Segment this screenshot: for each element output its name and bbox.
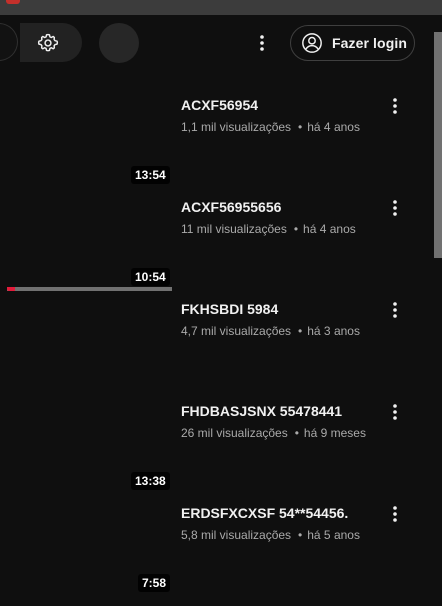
video-duration: 13:54 xyxy=(131,166,170,184)
meta-separator: • xyxy=(298,120,303,134)
video-meta: 4,7 mil visualizações • há 3 anos xyxy=(181,324,360,338)
video-title[interactable]: ERDSFXCXSF 54**54456. xyxy=(181,505,371,521)
gear-icon xyxy=(37,33,59,51)
more-vert-icon xyxy=(393,200,397,216)
meta-separator: • xyxy=(294,426,299,440)
scrollbar-thumb[interactable] xyxy=(434,32,442,258)
video-age: há 5 anos xyxy=(307,528,360,542)
settings-button[interactable] xyxy=(20,23,82,62)
video-views: 5,8 mil visualizações xyxy=(181,528,292,542)
video-duration: 7:58 xyxy=(138,574,171,592)
masthead: Fazer login xyxy=(0,15,442,70)
video-menu-button[interactable] xyxy=(385,197,405,219)
video-item[interactable]: ERDSFXCXSF 54**54456. 5,8 mil visualizaç… xyxy=(0,504,432,606)
video-title[interactable]: FKHSBDI 5984 xyxy=(181,301,371,317)
video-menu-button[interactable] xyxy=(385,299,405,321)
video-meta: 5,8 mil visualizações • há 5 anos xyxy=(181,528,360,542)
video-age: há 9 meses xyxy=(303,426,366,440)
more-vert-icon xyxy=(260,35,264,51)
video-views: 1,1 mil visualizações xyxy=(181,120,292,134)
meta-separator: • xyxy=(298,528,303,542)
video-item[interactable]: FHDBASJSNX 55478441 26 mil visualizações… xyxy=(0,402,432,504)
video-menu-button[interactable] xyxy=(385,503,405,525)
more-vert-icon xyxy=(393,404,397,420)
sign-in-label: Fazer login xyxy=(332,35,407,51)
video-meta: 11 mil visualizações • há 4 anos xyxy=(181,222,356,236)
video-views: 11 mil visualizações xyxy=(181,222,287,236)
video-title[interactable]: FHDBASJSNX 55478441 xyxy=(181,403,371,419)
video-item[interactable]: ACXF56954 1,1 mil visualizações • há 4 ano… xyxy=(0,96,432,198)
video-duration: 10:54 xyxy=(131,268,170,286)
scrollbar[interactable] xyxy=(432,32,442,597)
voice-search-button[interactable] xyxy=(99,23,139,63)
sign-in-button[interactable]: Fazer login xyxy=(290,25,415,61)
video-views: 4,7 mil visualizações xyxy=(181,324,292,338)
video-title[interactable]: ACXF56954 xyxy=(181,97,371,113)
video-item[interactable]: ACXF56955656 11 mil visualizações • há 4 a… xyxy=(0,198,432,300)
video-age: há 4 anos xyxy=(303,222,356,236)
video-duration: 13:38 xyxy=(131,472,170,490)
video-age: há 3 anos xyxy=(307,324,360,338)
settings-menu-button[interactable] xyxy=(250,32,274,54)
video-title[interactable]: ACXF56955656 xyxy=(181,199,371,215)
video-meta: 26 mil visualizações • há 9 meses xyxy=(181,426,366,440)
account-icon xyxy=(302,33,322,53)
more-vert-icon xyxy=(393,302,397,318)
more-vert-icon xyxy=(393,98,397,114)
watch-progress-fill xyxy=(7,287,16,291)
video-views: 26 mil visualizações xyxy=(181,426,288,440)
video-feed: ACXF56954 1,1 mil visualizações • há 4 ano… xyxy=(0,0,432,597)
video-age: há 4 anos xyxy=(307,120,360,134)
meta-separator: • xyxy=(293,222,299,236)
watch-progress-bar xyxy=(7,287,172,291)
more-vert-icon xyxy=(393,506,397,522)
search-input-edge[interactable] xyxy=(0,23,18,61)
meta-separator: • xyxy=(298,324,303,338)
video-item[interactable]: FKHSBDI 5984 4,7 mil visualizações • há 3 … xyxy=(0,300,432,402)
video-menu-button[interactable] xyxy=(385,95,405,117)
video-menu-button[interactable] xyxy=(385,401,405,423)
video-meta: 1,1 mil visualizações • há 4 anos xyxy=(181,120,360,134)
